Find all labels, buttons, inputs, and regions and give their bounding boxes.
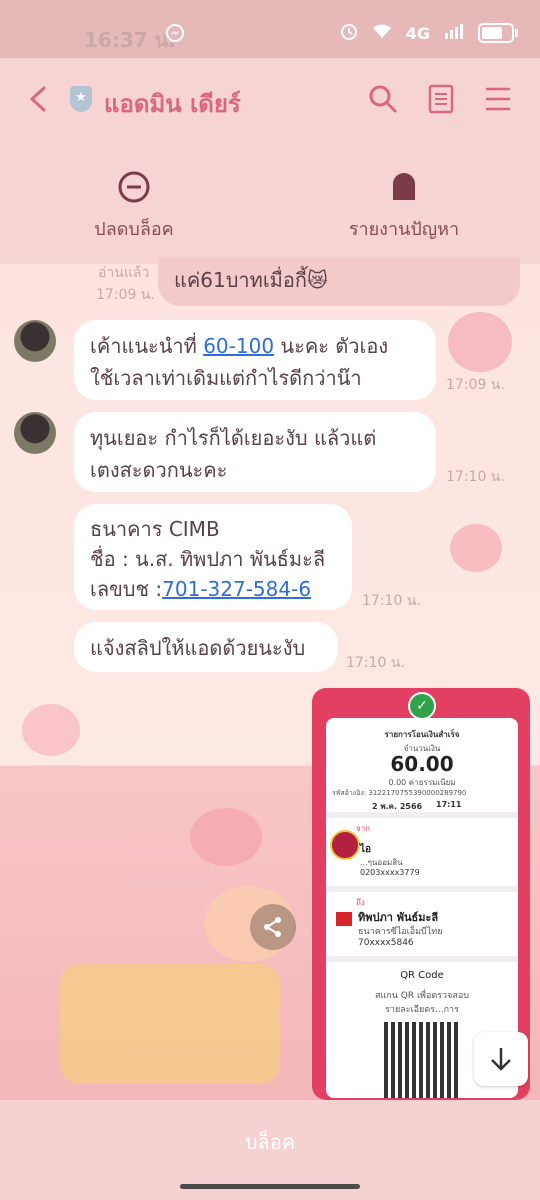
unblock-button[interactable]: ปลดบล็อค: [34, 170, 234, 243]
report-icon: [387, 170, 421, 204]
sticker-decoration: [190, 808, 262, 866]
qr-title: QR Code: [400, 970, 444, 981]
sticker-decoration: [22, 704, 80, 756]
alarm-icon: [340, 22, 358, 44]
unblock-icon: [117, 170, 151, 204]
download-icon[interactable]: [474, 1032, 528, 1086]
avatar[interactable]: [14, 320, 56, 362]
receiver-account: 70xxxx5846: [358, 938, 414, 948]
messenger-icon: [166, 24, 184, 47]
bottom-bar: บล็อค: [0, 1100, 540, 1200]
message-bubble[interactable]: ทุนเยอะ กำไรก็ได้เยอะงับ แล้วแต่ เตงสะดว…: [74, 412, 436, 492]
home-indicator[interactable]: [180, 1184, 360, 1189]
slip-ref: รหัสอ้างอิง: 3122170755390000289790: [332, 789, 467, 797]
sender-name: ไอ: [360, 844, 372, 855]
notes-icon[interactable]: [428, 84, 458, 114]
sticker-decoration: [448, 312, 512, 372]
slip-amount: 60.00: [390, 752, 454, 776]
sender-bank-logo: [330, 830, 360, 860]
chat-title: แอดมิน เดียร์: [104, 90, 241, 118]
divider: [326, 956, 518, 962]
message-time: 17:10 น.: [362, 593, 421, 609]
slip-time: 17:11: [436, 800, 462, 809]
sticker-decoration: [450, 524, 502, 572]
message-text: ทุนเยอะ กำไรก็ได้เยอะงับ แล้วแต่: [90, 426, 377, 450]
receiver-bank: ธนาคารซีไอเอ็มบีไทย: [358, 927, 443, 937]
qr-text: รายละเอียดร...การ: [385, 1005, 459, 1015]
avatar[interactable]: [14, 412, 56, 454]
qr-code: [384, 1022, 460, 1098]
sender-account: 0203xxxx3779: [360, 868, 420, 877]
message-bubble[interactable]: ธนาคาร CIMB ชื่อ : น.ส. ทิพปภา พันธ์มะลี…: [74, 504, 352, 610]
status-bar: 16:37 น. 4G: [0, 0, 540, 58]
receiver-bank-logo: [336, 912, 352, 926]
success-check-icon: ✓: [408, 692, 436, 720]
message-bubble[interactable]: เค้าแนะนำที่ 60-100 นะคะ ตัวเอง ใช้เวลาเ…: [74, 320, 436, 400]
signal-icon: [444, 23, 464, 43]
message-text: แค่61บาทเมื่อกี้😿: [174, 268, 328, 292]
battery-icon: [478, 23, 518, 43]
message-time: 17:10 น.: [446, 469, 505, 485]
report-button[interactable]: รายงานปัญหา: [304, 170, 504, 243]
message-bubble[interactable]: แจ้งสลิปให้แอดด้วยนะงับ: [74, 622, 338, 672]
report-label: รายงานปัญหา: [348, 219, 460, 240]
read-receipt: อ่านแล้ว: [98, 265, 150, 281]
block-button[interactable]: บล็อค: [0, 1126, 540, 1158]
message-time: 17:09 น.: [96, 287, 155, 303]
account-label: เลขบช :: [90, 577, 163, 601]
chat-header: ★ แอดมิน เดียร์ ปลดบล็อค รายงานปัญหา: [0, 58, 540, 264]
shield-icon: ★: [70, 86, 92, 112]
share-icon[interactable]: [250, 904, 296, 950]
message-text: นะคะ ตัวเอง: [274, 334, 389, 358]
status-icons: 4G: [340, 22, 518, 44]
account-holder: ชื่อ : น.ส. ทิพปภา พันธ์มะลี: [90, 547, 326, 571]
message-text: เค้าแนะนำที่: [90, 334, 204, 358]
message-time: 17:09 น.: [446, 377, 505, 393]
search-icon[interactable]: [368, 84, 398, 114]
message-bubble-mine[interactable]: แค่61บาทเมื่อกี้😿: [158, 258, 520, 306]
message-text: เตงสะดวกนะคะ: [90, 458, 228, 482]
bank-name: ธนาคาร CIMB: [90, 517, 220, 541]
message-time: 17:10 น.: [346, 655, 405, 671]
unblock-label: ปลดบล็อค: [94, 219, 174, 240]
divider: [326, 886, 518, 892]
divider: [326, 812, 518, 818]
slip-title: รายการโอนเงินสำเร็จ: [384, 730, 460, 739]
menu-icon[interactable]: [484, 84, 514, 114]
qr-text: สแกน QR เพื่อตรวจสอบ: [375, 991, 469, 1001]
back-arrow-icon[interactable]: [22, 82, 56, 116]
account-number-link[interactable]: 701-327-584-6: [162, 577, 311, 601]
message-text: ใช้เวลาเท่าเดิมแต่กำไรดีกว่าน๊า: [90, 366, 362, 390]
picnic-blanket: [60, 964, 280, 1084]
message-link[interactable]: 60-100: [203, 334, 274, 358]
wifi-icon: [372, 23, 392, 43]
network-label: 4G: [405, 23, 430, 43]
message-text: แจ้งสลิปให้แอดด้วยนะงับ: [90, 636, 306, 660]
from-label: จาก: [356, 824, 371, 833]
status-time: 16:37 น.: [84, 28, 176, 52]
